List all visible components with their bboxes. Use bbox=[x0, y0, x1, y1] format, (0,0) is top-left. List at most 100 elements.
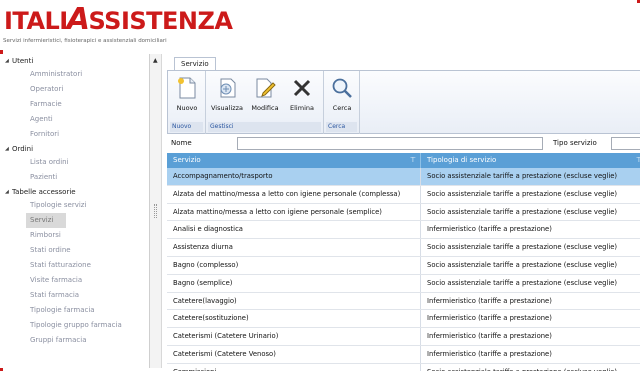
table-row[interactable]: Assistenza diurna Socio assistenziale tar… bbox=[167, 239, 640, 257]
edit-document-icon bbox=[252, 75, 278, 101]
cell-tipologia: Infermieristico (tariffe a prestazione) bbox=[421, 328, 640, 345]
sidebar-item[interactable]: Stati fatturazione bbox=[0, 258, 149, 273]
grid-header: Servizio ˆ ⊤ Tipologia di servizio ⊤ bbox=[167, 153, 640, 168]
tree-group[interactable]: ◢ Ordini bbox=[0, 142, 149, 155]
cell-tipologia: Infermieristico (tariffe a prestazione) bbox=[421, 293, 640, 310]
cell-servizio: Cateterismi (Catetere Urinario) bbox=[167, 328, 421, 345]
expand-triangle-icon[interactable]: ◢ bbox=[5, 58, 12, 64]
expand-triangle-icon[interactable]: ◢ bbox=[5, 146, 12, 152]
cell-tipologia: Socio assistenziale tariffe a prestazion… bbox=[421, 204, 640, 221]
tree-group-label: Ordini bbox=[12, 144, 34, 153]
sidebar-item[interactable]: Rimborsi bbox=[0, 228, 149, 243]
sort-asc-icon: ˆ bbox=[287, 153, 290, 159]
sidebar-splitter[interactable]: ▲ bbox=[150, 54, 162, 368]
search-button[interactable]: Cerca bbox=[326, 73, 358, 119]
table-row[interactable]: Cateterismi (Catetere Venoso) Infermieris… bbox=[167, 345, 640, 364]
group-label-cerca: Cerca bbox=[326, 122, 357, 132]
cell-servizio: Catetere(sostituzione) bbox=[167, 310, 421, 328]
name-filter-label: Nome bbox=[171, 139, 192, 147]
tree-group[interactable]: ◢ Utenti bbox=[0, 54, 149, 67]
cell-tipologia: Socio assistenziale tariffe a prestazion… bbox=[421, 257, 640, 274]
column-header-tipologia[interactable]: Tipologia di servizio ⊤ bbox=[421, 153, 640, 168]
table-row[interactable]: Analisi e diagnostica Infermieristico (ta… bbox=[167, 221, 640, 240]
expand-triangle-icon[interactable]: ◢ bbox=[5, 189, 12, 195]
collapse-up-icon[interactable]: ▲ bbox=[153, 57, 158, 64]
sidebar-item[interactable]: Visite farmacia bbox=[0, 273, 149, 288]
cell-tipologia: Socio assistenziale tariffe a prestazion… bbox=[421, 275, 640, 292]
table-row[interactable]: Bagno (complesso) Socio assistenziale tar… bbox=[167, 256, 640, 275]
sidebar-item[interactable]: Farmacie bbox=[0, 97, 149, 112]
view-button[interactable]: Visualizza bbox=[209, 73, 245, 119]
sidebar-item[interactable]: Amministratori bbox=[0, 67, 149, 82]
table-row[interactable]: CommissioniSocio assistenziale tariffe a… bbox=[167, 363, 640, 371]
table-row[interactable]: Alzata del mattino/messa a letto con igi… bbox=[167, 185, 640, 204]
group-label-gestisci: Gestisci bbox=[208, 122, 321, 132]
sidebar-item[interactable]: Servizi bbox=[26, 213, 66, 228]
table-row[interactable]: Accompagnamento/trasporto Socio assistenz… bbox=[167, 168, 640, 186]
tree-group[interactable]: ◢ Tabelle accessorie bbox=[0, 185, 149, 198]
cell-tipologia: Socio assistenziale tariffe a prestazion… bbox=[421, 186, 640, 203]
table-row[interactable]: Catetere(sostituzione) Infermieristico (t… bbox=[167, 310, 640, 329]
ribbon-group-gestisci: Visualizza Modifica Elimina Gestisci bbox=[206, 71, 324, 134]
ribbon-toolbar: Nuovo Nuovo Visualizza Modifica Elimina … bbox=[167, 70, 640, 134]
cell-servizio: Catetere(lavaggio) bbox=[167, 292, 421, 310]
app-logo: ITALIASSISTENZA bbox=[4, 2, 233, 37]
type-filter-input[interactable] bbox=[611, 137, 640, 150]
sidebar-item[interactable]: Operatori bbox=[0, 82, 149, 97]
sidebar-tree: ◢ Utenti Amministratori Operatori Farmacie Ag… bbox=[0, 54, 150, 368]
table-row[interactable]: Cateterismi (Catetere Urinario) Infermier… bbox=[167, 328, 640, 346]
sidebar-item[interactable]: Lista ordini bbox=[0, 155, 149, 170]
table-row[interactable]: Alzata mattino/messa a letto con igiene … bbox=[167, 203, 640, 222]
table-row[interactable]: Catetere(lavaggio) Infermieristico (tarif… bbox=[167, 292, 640, 311]
services-grid: Servizio ˆ ⊤ Tipologia di servizio ⊤ Acc… bbox=[167, 153, 640, 371]
ribbon-group-cerca: Cerca Cerca bbox=[324, 71, 360, 134]
cell-servizio: Accompagnamento/trasporto bbox=[167, 168, 421, 185]
filter-icon[interactable]: ⊤ bbox=[410, 153, 416, 168]
main-panel: Servizio Nuovo Nuovo Visualizza Modifica… bbox=[167, 54, 640, 371]
edit-button[interactable]: Modifica bbox=[247, 73, 283, 119]
cell-tipologia: Infermieristico (tariffe a prestazione) bbox=[421, 310, 640, 327]
cell-servizio: Bagno (complesso) bbox=[167, 256, 421, 274]
new-document-icon bbox=[174, 75, 200, 101]
sidebar-item[interactable]: Tipologie gruppo farmacia bbox=[0, 318, 149, 333]
column-header-servizio[interactable]: Servizio ˆ ⊤ bbox=[167, 153, 421, 168]
cell-servizio: Cateterismi (Catetere Venoso) bbox=[167, 345, 421, 363]
sidebar-item[interactable]: Stati ordine bbox=[0, 243, 149, 258]
sidebar-item[interactable]: Gruppi farmacia bbox=[0, 333, 149, 348]
cell-tipologia: Infermieristico (tariffe a prestazione) bbox=[421, 221, 640, 238]
grid-rows: Accompagnamento/trasporto Socio assistenz… bbox=[167, 168, 640, 371]
cell-servizio: Assistenza diurna bbox=[167, 239, 421, 256]
filter-bar: Nome Tipo servizio bbox=[167, 136, 640, 152]
tree-group-label: Utenti bbox=[12, 56, 34, 65]
filter-icon[interactable]: ⊤ bbox=[636, 153, 640, 168]
sidebar-item[interactable]: Tipologie servizi bbox=[0, 198, 149, 213]
cell-tipologia: Infermieristico (tariffe a prestazione) bbox=[421, 346, 640, 363]
tree-group-label: Tabelle accessorie bbox=[12, 187, 76, 196]
cell-tipologia: Socio assistenziale tariffe a prestazion… bbox=[421, 364, 640, 371]
cell-servizio: Bagno (semplice) bbox=[167, 274, 421, 292]
delete-x-icon bbox=[289, 75, 315, 101]
sidebar-item[interactable]: Agenti bbox=[0, 112, 149, 127]
cell-servizio: Alzata mattino/messa a letto con igiene … bbox=[167, 203, 421, 221]
search-icon bbox=[329, 75, 355, 101]
cell-servizio: Analisi e diagnostica bbox=[167, 221, 421, 239]
sidebar-item[interactable]: Pazienti bbox=[0, 170, 149, 185]
cell-tipologia: Socio assistenziale tariffe a prestazion… bbox=[421, 168, 640, 185]
sidebar-item[interactable]: Tipologie farmacia bbox=[0, 303, 149, 318]
view-document-icon bbox=[214, 75, 240, 101]
table-row[interactable]: Bagno (semplice) Socio assistenziale tari… bbox=[167, 274, 640, 293]
drag-handle[interactable] bbox=[154, 204, 157, 218]
app-tagline: Servizi infermieristici, fisioterapici e… bbox=[3, 38, 167, 44]
group-label-nuovo: Nuovo bbox=[170, 122, 203, 132]
tab-servizio[interactable]: Servizio bbox=[174, 57, 216, 71]
type-filter-label: Tipo servizio bbox=[553, 139, 597, 147]
sidebar-item[interactable]: Fornitori bbox=[0, 127, 149, 142]
cell-servizio: Alzata del mattino/messa a letto con igi… bbox=[167, 185, 421, 203]
cell-servizio: Commissioni bbox=[167, 363, 421, 371]
name-filter-input[interactable] bbox=[237, 137, 543, 150]
sidebar-item[interactable]: Stati farmacia bbox=[0, 288, 149, 303]
delete-button[interactable]: Elimina bbox=[285, 73, 319, 119]
ribbon-group-nuovo: Nuovo Nuovo bbox=[168, 71, 206, 134]
new-button[interactable]: Nuovo bbox=[172, 73, 202, 119]
cell-tipologia: Socio assistenziale tariffe a prestazion… bbox=[421, 239, 640, 256]
